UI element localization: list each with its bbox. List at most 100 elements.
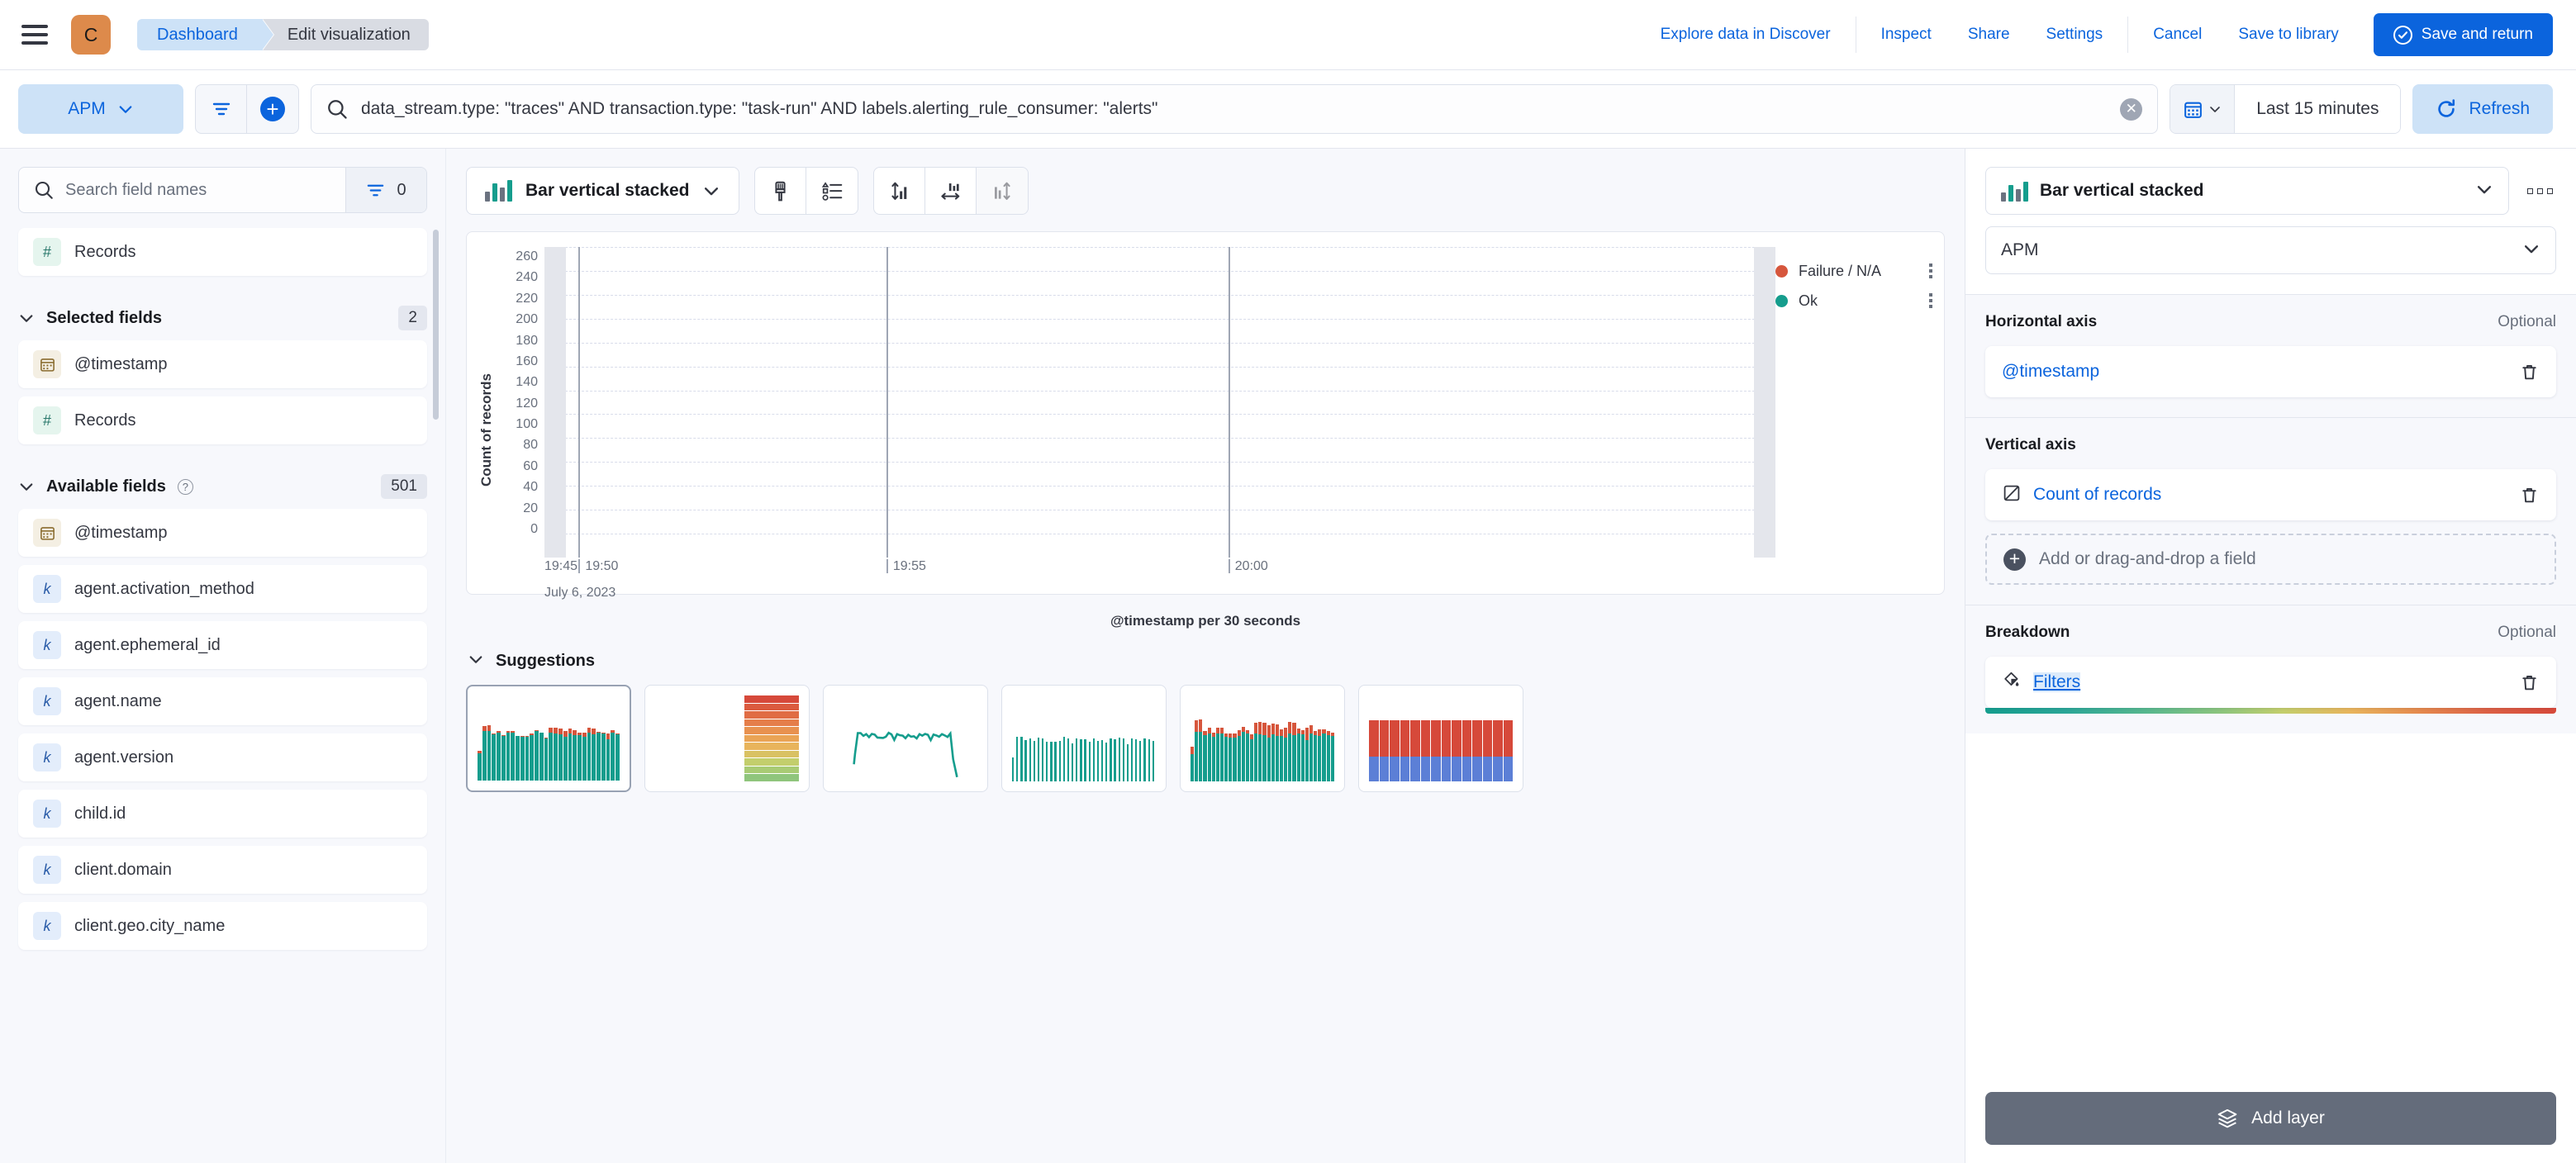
heat-cell <box>744 743 799 750</box>
string-field-icon: k <box>33 631 61 659</box>
bar-series[interactable] <box>544 247 1775 558</box>
thumb-bar <box>530 733 535 781</box>
field-filter-button[interactable]: 0 <box>345 168 426 212</box>
explore-data-in-discover-link[interactable]: Explore data in Discover <box>1642 17 1849 53</box>
layer-actions-icon[interactable] <box>2524 180 2556 202</box>
legend-label: Ok <box>1799 292 1818 309</box>
thumb-bar <box>1461 720 1471 781</box>
app-avatar-badge[interactable]: C <box>71 15 111 55</box>
cancel-button[interactable]: Cancel <box>2135 17 2220 53</box>
available-field-item[interactable]: k client.domain <box>18 846 427 894</box>
thumb-bar <box>568 729 573 781</box>
legend-item-ok[interactable]: Ok <box>1775 288 1932 313</box>
chevron-down-icon <box>468 651 484 672</box>
thumb-bar <box>1016 737 1019 781</box>
thumb-bar <box>554 728 558 781</box>
selected-field-timestamp[interactable]: @timestamp <box>18 340 427 388</box>
suggestion-card[interactable] <box>644 685 810 792</box>
selected-field-records[interactable]: # Records <box>18 396 427 444</box>
share-button[interactable]: Share <box>1950 17 2028 53</box>
legend-options-button[interactable] <box>806 168 858 214</box>
available-field-item[interactable]: k agent.ephemeral_id <box>18 621 427 669</box>
suggestion-card[interactable] <box>1358 685 1523 792</box>
thumb-bar <box>1296 729 1300 781</box>
save-and-return-button[interactable]: Save and return <box>2373 13 2553 56</box>
delete-dimension-icon[interactable] <box>2519 672 2540 693</box>
config-dataview-selector[interactable]: APM <box>1985 226 2556 274</box>
breadcrumb-dashboard[interactable]: Dashboard <box>137 19 273 50</box>
plot-region[interactable]: July 6, 2023 19:45 19:50 19:55 20:00 <box>544 247 1775 600</box>
available-field-item[interactable]: k agent.name <box>18 677 427 725</box>
heat-cell <box>744 703 799 711</box>
legend-item-actions-icon[interactable] <box>1929 263 1932 278</box>
thumb-bar <box>1254 722 1258 781</box>
suggestion-card[interactable] <box>1001 685 1167 792</box>
field-label: agent.name <box>74 691 162 710</box>
chart-panel: Count of records 0 20 40 60 80 100 120 140 160 18… <box>466 231 1945 600</box>
selected-fields-section-header[interactable]: Selected fields 2 <box>18 296 427 340</box>
right-axis-options-button[interactable] <box>977 168 1029 214</box>
add-field-dropzone[interactable]: + Add or drag-and-drop a field <box>1985 534 2556 585</box>
time-range-label[interactable]: Last 15 minutes <box>2235 85 2401 133</box>
suggestion-card[interactable] <box>466 685 631 792</box>
field-label: agent.ephemeral_id <box>74 635 221 654</box>
query-input[interactable]: data_stream.type: "traces" AND transacti… <box>311 84 2159 134</box>
thumb-bar <box>1143 738 1147 781</box>
thumb-bar <box>1024 739 1028 781</box>
available-field-item[interactable]: k agent.activation_method <box>18 565 427 613</box>
x-axis-separator <box>578 247 581 558</box>
thumb-bar <box>501 735 506 781</box>
divider <box>2127 17 2129 53</box>
search-field-names-input[interactable]: Search field names 0 <box>18 167 427 213</box>
x-tick-label: 19:45 <box>544 559 578 573</box>
top-actions: Explore data in Discover Inspect Share S… <box>1642 13 2553 56</box>
vertical-axis-options-button[interactable] <box>874 168 926 214</box>
available-field-item[interactable]: k client.geo.city_name <box>18 902 427 950</box>
available-fields-section-header[interactable]: Available fields ? 501 <box>18 464 427 509</box>
refresh-button[interactable]: Refresh <box>2412 84 2553 134</box>
help-icon[interactable]: ? <box>177 478 193 495</box>
visual-options-button[interactable] <box>755 168 807 214</box>
add-filter-button[interactable] <box>247 85 298 133</box>
plot-canvas[interactable] <box>544 247 1775 558</box>
sidebar-scrollbar[interactable] <box>433 230 439 1163</box>
chevron-down-icon <box>2475 180 2493 202</box>
save-to-library-button[interactable]: Save to library <box>2220 17 2356 53</box>
clear-query-icon[interactable]: ✕ <box>2120 97 2143 121</box>
delete-dimension-icon[interactable] <box>2519 362 2540 382</box>
filter-options-button[interactable] <box>196 85 247 133</box>
vertical-axis-dimension[interactable]: Count of records <box>1985 469 2556 520</box>
calendar-dropdown-button[interactable] <box>2170 85 2236 133</box>
breakdown-dimension[interactable]: Filters <box>1985 657 2556 708</box>
field-item-records-pinned[interactable]: # Records <box>18 228 427 276</box>
add-layer-button[interactable]: Add layer <box>1985 1092 2556 1145</box>
field-filter-count: 0 <box>397 180 406 199</box>
settings-button[interactable]: Settings <box>2028 17 2122 53</box>
data-view-picker[interactable]: APM <box>18 84 183 134</box>
legend-item-actions-icon[interactable] <box>1929 293 1932 308</box>
thumb-bar <box>1092 738 1096 781</box>
horizontal-axis-options-button[interactable] <box>925 168 977 214</box>
string-field-icon: k <box>33 912 61 940</box>
filter-icon <box>368 184 384 196</box>
legend-item-failure[interactable]: Failure / N/A <box>1775 259 1932 283</box>
chart-type-selector[interactable]: Bar vertical stacked <box>466 167 740 215</box>
horizontal-axis-dimension[interactable]: @timestamp <box>1985 346 2556 397</box>
available-field-item[interactable]: k child.id <box>18 790 427 838</box>
horizontal-axis-section: Horizontal axis Optional @timestamp <box>1965 294 2576 417</box>
suggestion-card[interactable] <box>823 685 988 792</box>
thumb-bar <box>544 737 549 781</box>
inspect-button[interactable]: Inspect <box>1863 17 1950 53</box>
available-field-item[interactable]: k agent.version <box>18 733 427 781</box>
delete-dimension-icon[interactable] <box>2519 485 2540 506</box>
thumb-bar <box>525 736 530 781</box>
suggestions-header[interactable]: Suggestions <box>468 651 1945 672</box>
dimension-label: Filters <box>2033 672 2081 692</box>
menu-hamburger-icon[interactable] <box>18 18 51 51</box>
breadcrumb-edit-visualization[interactable]: Edit visualization <box>262 19 429 50</box>
search-icon <box>328 100 347 119</box>
config-chart-type-selector[interactable]: Bar vertical stacked <box>1985 167 2509 215</box>
suggestion-card[interactable] <box>1180 685 1345 792</box>
y-axis-ticks: 0 20 40 60 80 100 120 140 160 180 200 220 240 260 <box>498 247 544 586</box>
available-field-item[interactable]: @timestamp <box>18 509 427 557</box>
